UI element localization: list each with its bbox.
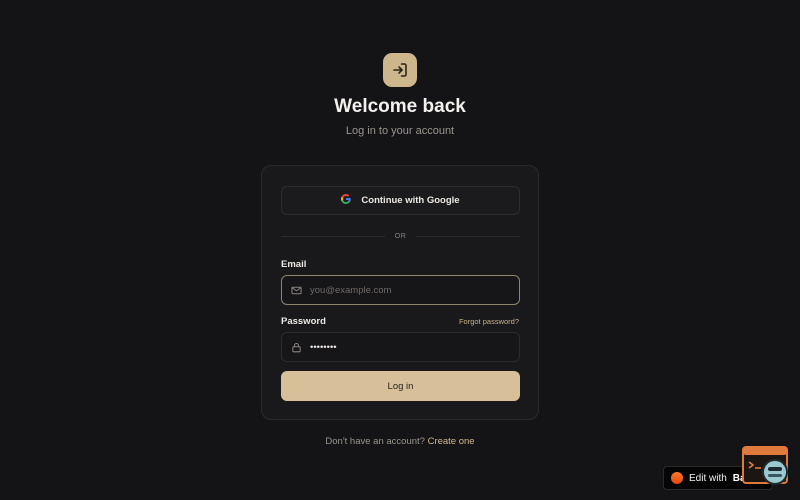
- page-subtitle: Log in to your account: [345, 125, 455, 137]
- divider-line-right: [416, 235, 520, 237]
- password-field[interactable]: [281, 332, 520, 362]
- continue-with-google-button[interactable]: Continue with Google: [281, 186, 520, 215]
- email-label: Email: [281, 259, 307, 270]
- page-title: Welcome back: [334, 96, 466, 117]
- divider-text: OR: [394, 232, 407, 240]
- lock-icon: [290, 341, 302, 353]
- mail-icon: [290, 284, 302, 296]
- email-field[interactable]: [281, 275, 520, 305]
- password-input[interactable]: [308, 340, 512, 354]
- badge-prefix: Edit with: [689, 472, 727, 484]
- base44-logo-icon: [671, 472, 683, 484]
- login-button[interactable]: Log in: [281, 371, 520, 401]
- forgot-password-link[interactable]: Forgot password?: [459, 317, 519, 326]
- email-input[interactable]: [308, 283, 512, 297]
- divider-line-left: [281, 235, 385, 237]
- google-g-icon: [341, 194, 352, 207]
- login-page: Welcome back Log in to your account Cont…: [0, 0, 800, 500]
- password-label: Password: [281, 316, 326, 327]
- google-button-label: Continue with Google: [361, 195, 460, 206]
- create-account-link[interactable]: Create one: [428, 436, 475, 447]
- or-divider: OR: [281, 230, 520, 242]
- assistant-robot-icon[interactable]: [742, 446, 790, 488]
- signup-prompt-text: Don't have an account?: [325, 436, 428, 447]
- login-card: Continue with Google OR Email Password F…: [261, 165, 539, 420]
- sign-in-arrow-icon: [383, 53, 417, 87]
- signup-prompt: Don't have an account? Create one: [0, 436, 800, 447]
